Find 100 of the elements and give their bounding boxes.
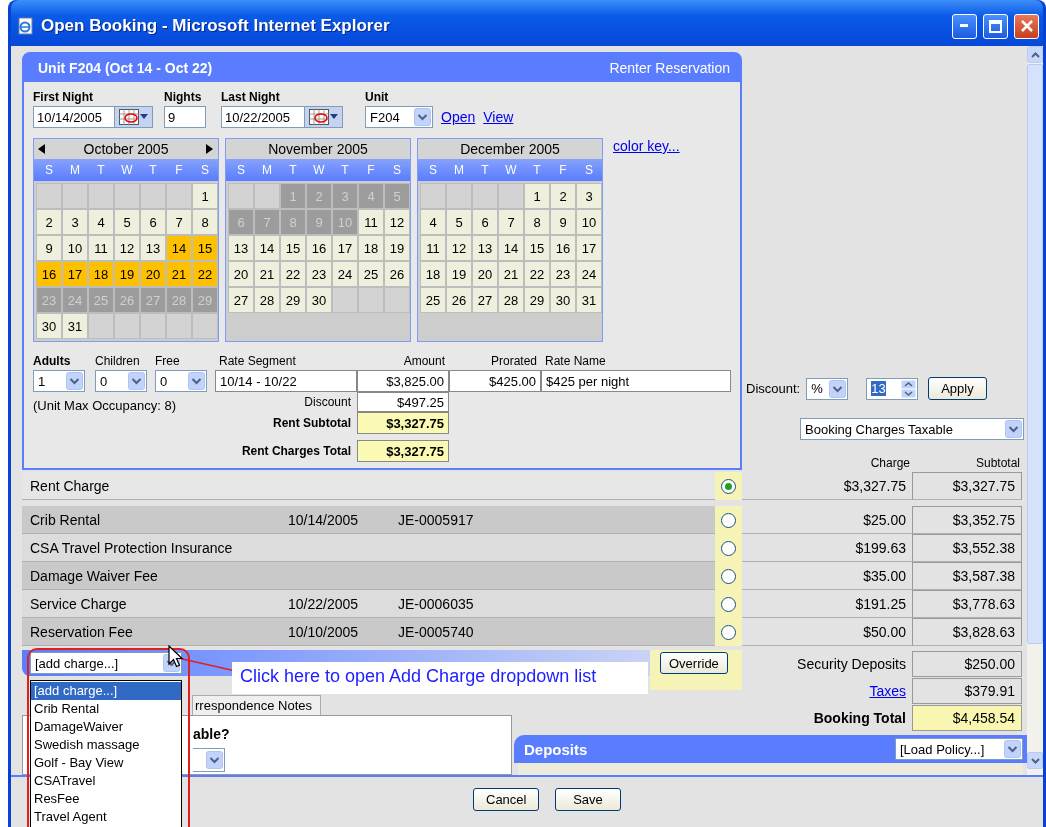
count-select[interactable]: 1 (33, 370, 85, 392)
minimize-button[interactable] (952, 13, 977, 39)
radio-button[interactable] (721, 596, 736, 612)
dialog-button[interactable]: Cancel (473, 787, 539, 811)
calendar-day[interactable]: 18 (358, 235, 384, 261)
calendar-day[interactable]: 6 (140, 209, 166, 235)
calendar-day[interactable]: 4 (88, 209, 114, 235)
calendar-day[interactable]: 29 (524, 287, 550, 313)
calendar-day[interactable]: 24 (332, 261, 358, 287)
date-field[interactable]: 10/22/2005 (221, 106, 305, 128)
discount-type-select[interactable]: % (806, 377, 849, 400)
calendar-day[interactable]: 30 (306, 287, 332, 313)
calendar-day[interactable]: 24 (576, 261, 602, 287)
date-field[interactable]: 10/14/2005 (33, 106, 115, 128)
calendar-day[interactable]: 1 (524, 183, 550, 209)
calendar-day[interactable]: 26 (384, 261, 410, 287)
calendar-day[interactable]: 31 (576, 287, 602, 313)
calendar-day[interactable]: 1 (192, 183, 218, 209)
calendar-day[interactable]: 14 (498, 235, 524, 261)
calendar-button[interactable] (115, 106, 153, 128)
link[interactable]: View (483, 109, 514, 125)
calendar-day[interactable]: 20 (228, 261, 254, 287)
override-button[interactable]: Override (660, 652, 728, 674)
calendar-day[interactable]: 3 (576, 183, 602, 209)
calendar-day[interactable]: 16 (306, 235, 332, 261)
close-button[interactable] (1014, 13, 1039, 39)
select-field[interactable] (193, 748, 225, 772)
taxes-link[interactable]: Taxes (742, 683, 912, 699)
calendar-day[interactable]: 21 (498, 261, 524, 287)
dropdown-option[interactable]: Swedish massage (31, 736, 181, 754)
calendar-day[interactable]: 25 (358, 261, 384, 287)
calendar-day[interactable]: 5 (114, 209, 140, 235)
notes-tab[interactable]: rrespondence Notes (192, 695, 322, 715)
maximize-button[interactable] (983, 13, 1008, 39)
calendar-day[interactable]: 7 (498, 209, 524, 235)
calendar-day[interactable]: 21 (254, 261, 280, 287)
calendar-day[interactable]: 19 (446, 261, 472, 287)
calendar-day[interactable]: 2 (550, 183, 576, 209)
calendar-day[interactable]: 29 (280, 287, 306, 313)
scroll-down-button[interactable] (1027, 752, 1043, 769)
calendar-day[interactable]: 22 (280, 261, 306, 287)
calendar-day[interactable]: 12 (384, 209, 410, 235)
calendar-day[interactable]: 8 (192, 209, 218, 235)
calendar-day[interactable]: 26 (446, 287, 472, 313)
calendar-button[interactable] (305, 106, 343, 128)
calendar-day[interactable]: 8 (524, 209, 550, 235)
calendar-day[interactable]: 18 (420, 261, 446, 287)
radio-button[interactable] (721, 512, 736, 528)
calendar-day[interactable]: 16 (550, 235, 576, 261)
radio-button[interactable] (721, 478, 736, 494)
calendar-day[interactable]: 31 (62, 313, 88, 339)
scroll-up-button[interactable] (1027, 46, 1043, 63)
calendar-day[interactable]: 19 (384, 235, 410, 261)
next-month-icon[interactable] (206, 144, 214, 154)
dropdown-option[interactable]: CSATravel (31, 772, 181, 790)
calendar-day[interactable]: 12 (446, 235, 472, 261)
calendar-day[interactable]: 25 (420, 287, 446, 313)
calendar-day[interactable]: 20 (140, 261, 166, 287)
calendar-day[interactable]: 17 (332, 235, 358, 261)
calendar-day[interactable]: 15 (192, 235, 218, 261)
dropdown-option[interactable]: Golf - Bay View (31, 754, 181, 772)
calendar-day[interactable]: 12 (114, 235, 140, 261)
calendar-day[interactable]: 28 (254, 287, 280, 313)
previous-month-icon[interactable] (38, 144, 46, 154)
calendar-day[interactable]: 23 (550, 261, 576, 287)
calendar-day[interactable]: 21 (166, 261, 192, 287)
calendar-day[interactable]: 11 (358, 209, 384, 235)
taxable-select[interactable]: Booking Charges Taxable (800, 418, 1024, 440)
count-select[interactable]: 0 (95, 370, 147, 392)
calendar-day[interactable]: 9 (36, 235, 62, 261)
add-charge-select[interactable]: [add charge...] (30, 652, 182, 674)
radio-button[interactable] (721, 540, 736, 556)
calendar-day[interactable]: 3 (62, 209, 88, 235)
calendar-day[interactable]: 16 (36, 261, 62, 287)
dropdown-option[interactable]: DamageWaiver (31, 718, 181, 736)
dialog-button[interactable]: Save (555, 787, 621, 811)
apply-button[interactable]: Apply (928, 377, 987, 400)
discount-amount-field[interactable]: 13 (866, 377, 919, 400)
calendar-day[interactable]: 11 (420, 235, 446, 261)
count-select[interactable]: 0 (155, 370, 207, 392)
calendar-day[interactable]: 17 (62, 261, 88, 287)
calendar-day[interactable]: 13 (140, 235, 166, 261)
calendar-day[interactable]: 20 (472, 261, 498, 287)
calendar-day[interactable]: 14 (254, 235, 280, 261)
calendar-day[interactable]: 14 (166, 235, 192, 261)
calendar-day[interactable]: 22 (192, 261, 218, 287)
calendar-day[interactable]: 19 (114, 261, 140, 287)
policy-select[interactable]: [Load Policy...] (895, 738, 1023, 760)
calendar-day[interactable]: 27 (228, 287, 254, 313)
unit-select[interactable]: F204 (365, 106, 433, 128)
calendar-day[interactable]: 28 (498, 287, 524, 313)
calendar-day[interactable]: 9 (550, 209, 576, 235)
calendar-day[interactable]: 6 (472, 209, 498, 235)
calendar-day[interactable]: 10 (62, 235, 88, 261)
dropdown-option[interactable]: Travel Agent (31, 808, 181, 826)
nights-field[interactable]: 9 (164, 106, 206, 128)
calendar-day[interactable]: 17 (576, 235, 602, 261)
radio-button[interactable] (721, 568, 736, 584)
calendar-day[interactable]: 7 (166, 209, 192, 235)
calendar-day[interactable]: 4 (420, 209, 446, 235)
